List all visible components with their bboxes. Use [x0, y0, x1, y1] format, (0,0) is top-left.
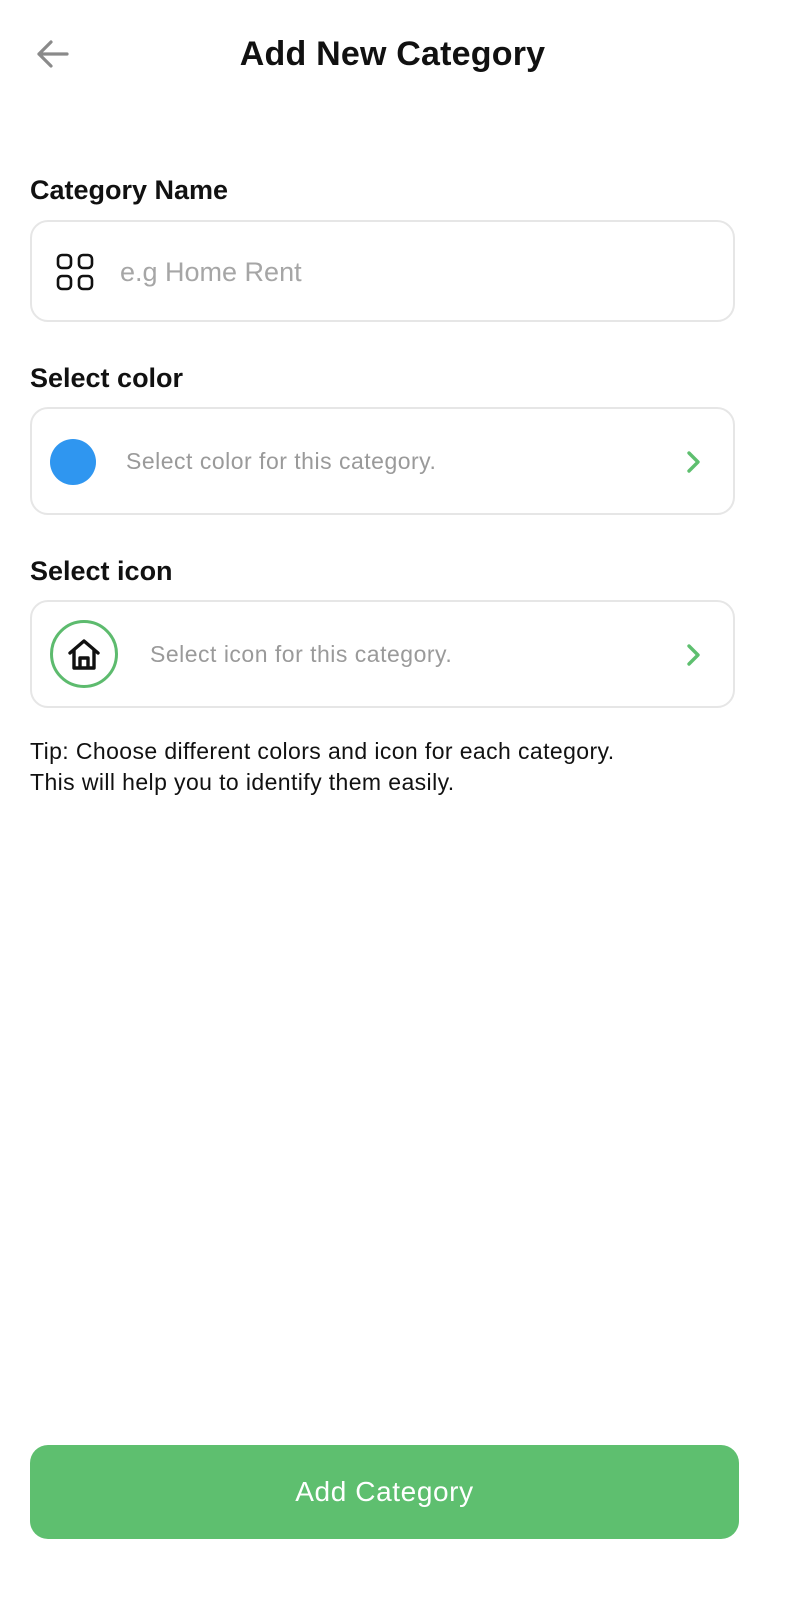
page-title: Add New Category [239, 35, 546, 73]
select-color-field[interactable]: Select color for this category. [30, 407, 735, 515]
home-icon [68, 639, 100, 670]
category-name-field[interactable] [30, 220, 735, 322]
selected-icon-preview [50, 620, 118, 688]
category-name-input[interactable] [120, 248, 700, 296]
select-icon-label: Select icon [30, 556, 173, 586]
grid-icon [56, 253, 94, 291]
header: Add New Category [0, 0, 785, 108]
select-icon-hint: Select icon for this category. [150, 641, 453, 667]
chevron-right-icon [687, 451, 700, 473]
tip-text: Tip: Choose different colors and icon fo… [30, 736, 750, 798]
color-swatch [50, 439, 96, 485]
tip-line-2: This will help you to identify them easi… [30, 769, 455, 795]
select-icon-field[interactable]: Select icon for this category. [30, 600, 735, 708]
add-category-button[interactable]: Add Category [30, 1445, 739, 1539]
category-name-label: Category Name [30, 175, 229, 205]
select-color-hint: Select color for this category. [126, 448, 437, 474]
tip-line-1: Tip: Choose different colors and icon fo… [30, 738, 615, 764]
chevron-right-icon [687, 644, 700, 666]
select-color-label: Select color [30, 363, 184, 393]
